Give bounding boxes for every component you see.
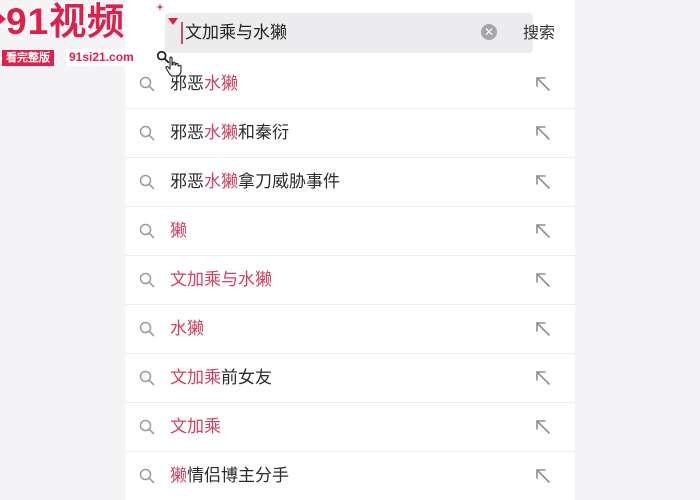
suggestion-text: 邪恶水獭拿刀威胁事件 [170, 170, 340, 194]
suggestion-text-highlight: 獭 [170, 466, 187, 486]
suggestion-text-part: 邪恶 [170, 123, 204, 143]
suggestion-text-highlight: 獭 [170, 221, 187, 241]
suggestion-text-highlight: 水獭 [170, 319, 204, 339]
suggestion-text-part: 拿刀威胁事件 [238, 172, 340, 192]
suggestion-text-highlight: 文加乘 [170, 417, 221, 437]
suggestion-text-part: 和秦衍 [238, 123, 289, 143]
search-icon [139, 321, 155, 337]
search-icon [139, 125, 155, 141]
search-icon [139, 223, 155, 239]
search-panel: 文加乘与水獭 ✕ 搜索 邪恶水獭 邪恶水獭和秦衍 邪恶水獭拿刀威胁事件獭文加乘与水獭… [125, 0, 575, 500]
suggestion-row[interactable]: 獭 [125, 207, 575, 256]
arrow-up-left-icon[interactable] [533, 123, 553, 143]
search-icon [139, 174, 155, 190]
arrow-up-left-icon[interactable] [533, 172, 553, 192]
suggestion-text: 文加乘与水獭 [170, 268, 272, 292]
arrow-up-left-icon[interactable] [533, 270, 553, 290]
watermark-tag: 看完整版 [2, 50, 54, 66]
arrow-up-left-icon[interactable] [533, 74, 553, 94]
hand-cursor-icon [165, 56, 182, 77]
search-icon [139, 370, 155, 386]
suggestion-text-highlight: 水獭 [204, 74, 238, 94]
sparkle-icon [156, 3, 164, 11]
suggestion-text-highlight: 文加乘与水獭 [170, 270, 272, 290]
arrow-up-left-icon[interactable] [533, 221, 553, 241]
suggestion-text: 文加乘 [170, 415, 221, 439]
suggestion-row[interactable]: 邪恶水獭拿刀威胁事件 [125, 158, 575, 207]
suggestion-text-part: 前女友 [221, 368, 272, 388]
suggestion-list: 邪恶水獭 邪恶水獭和秦衍 邪恶水獭拿刀威胁事件獭文加乘与水獭 水獭 文加乘前女友 文加乘獭… [125, 60, 575, 500]
arrow-up-left-icon[interactable] [533, 368, 553, 388]
watermark-url: 91si21.com [66, 49, 137, 66]
suggestion-text-highlight: 文加乘 [170, 368, 221, 388]
arrow-up-left-icon[interactable] [533, 417, 553, 437]
suggestion-text: 邪恶水獭和秦衍 [170, 121, 289, 145]
suggestion-row[interactable]: 文加乘与水獭 [125, 256, 575, 305]
suggestion-row[interactable]: 獭情侣博主分手 [125, 452, 575, 500]
search-bar: 文加乘与水獭 ✕ 搜索 [125, 0, 575, 64]
suggestion-text-highlight: 水獭 [204, 172, 238, 192]
arrow-up-left-icon[interactable] [533, 466, 553, 486]
suggestion-row[interactable]: 水獭 [125, 305, 575, 354]
suggestion-text: 文加乘前女友 [170, 366, 272, 390]
clear-icon[interactable]: ✕ [481, 24, 497, 40]
watermark-logo: 91视频 [6, 1, 126, 42]
search-icon [139, 468, 155, 484]
suggestion-text: 獭 [170, 219, 187, 243]
suggestion-row[interactable]: 邪恶水獭 [125, 60, 575, 109]
suggestion-row[interactable]: 邪恶水獭和秦衍 [125, 109, 575, 158]
search-icon [139, 419, 155, 435]
watermark: 91视频 看完整版 91si21.com [0, 0, 190, 72]
search-icon [139, 76, 155, 92]
watermark-triangle-right [168, 18, 178, 25]
suggestion-text: 水獭 [170, 317, 204, 341]
suggestion-text-highlight: 水獭 [204, 123, 238, 143]
suggestion-text-part: 邪恶 [170, 172, 204, 192]
search-icon [139, 272, 155, 288]
arrow-up-left-icon[interactable] [533, 319, 553, 339]
suggestion-text-part: 情侣博主分手 [187, 466, 289, 486]
search-query-text[interactable]: 文加乘与水獭 [185, 20, 287, 46]
suggestion-row[interactable]: 文加乘 [125, 403, 575, 452]
suggestion-row[interactable]: 文加乘前女友 [125, 354, 575, 403]
search-button[interactable]: 搜索 [523, 20, 555, 46]
suggestion-text: 獭情侣博主分手 [170, 464, 289, 488]
